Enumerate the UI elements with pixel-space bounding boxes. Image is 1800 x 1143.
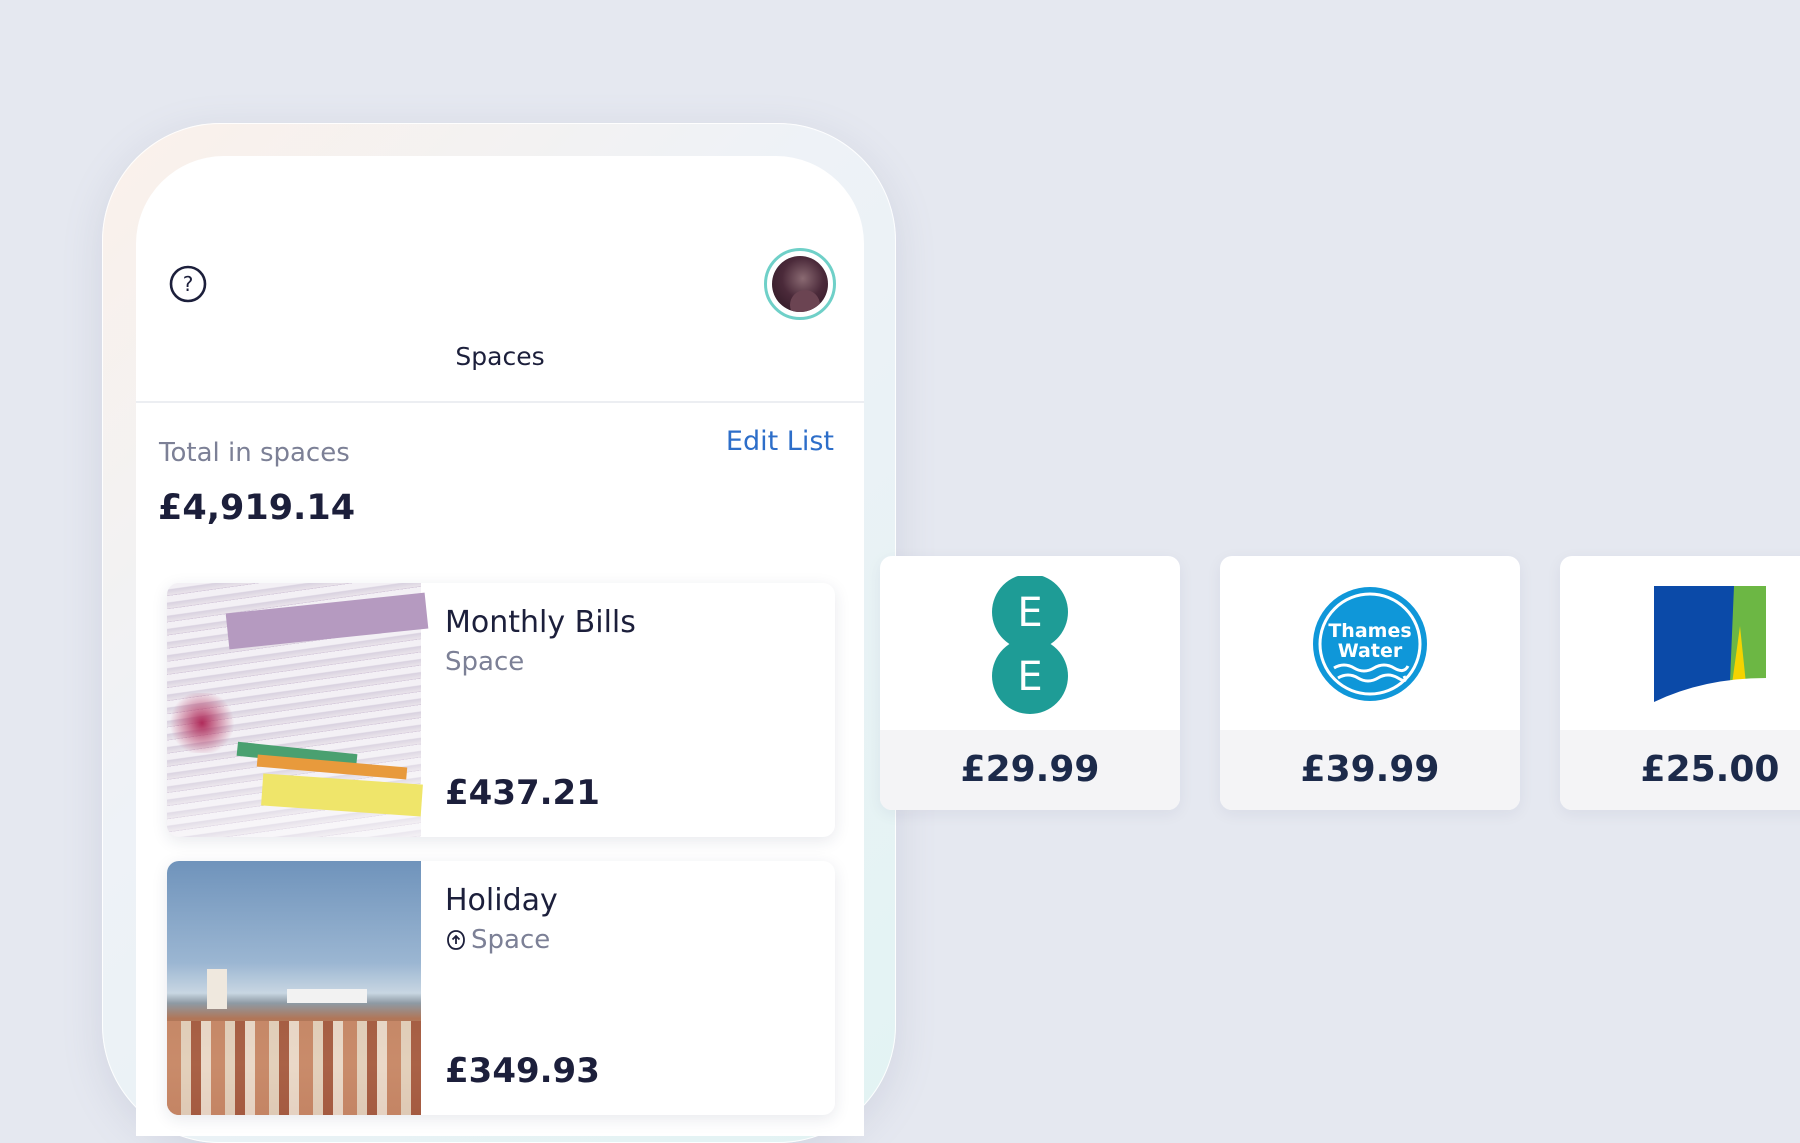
page-title: Spaces (455, 342, 545, 371)
space-title: Monthly Bills (445, 605, 636, 640)
thames-water-logo-text-2: Water (1338, 640, 1403, 662)
user-avatar[interactable] (764, 248, 836, 320)
biller-amount: £39.99 (1220, 730, 1520, 810)
total-in-spaces-value: £4,919.14 (158, 488, 356, 528)
stack-of-bills-photo (167, 583, 429, 837)
biller-card-energy[interactable]: £25.00 (1560, 556, 1800, 810)
energy-company-logo (1654, 586, 1766, 702)
biller-card-thames-water[interactable]: Thames Water £39.99 (1220, 556, 1520, 810)
space-subtitle-row: Space (445, 925, 550, 955)
svg-text:?: ? (183, 272, 194, 296)
thames-water-logo: Thames Water (1313, 587, 1427, 701)
svg-text:E: E (1017, 654, 1042, 700)
space-card-monthly-bills[interactable]: Monthly Bills Space £437.21 (167, 583, 835, 837)
coastal-city-photo (167, 861, 421, 1115)
biller-amount: £29.99 (880, 730, 1180, 810)
thames-water-logo-text-1: Thames (1328, 620, 1411, 642)
avatar-photo (772, 256, 828, 312)
round-up-icon (447, 930, 465, 950)
phone-screen: ? Spaces Total in spaces Edit List £4,91… (136, 156, 864, 1136)
space-amount: £349.93 (445, 1051, 600, 1091)
svg-text:E: E (1017, 590, 1042, 636)
biller-amount: £25.00 (1560, 730, 1800, 810)
total-in-spaces-label: Total in spaces (159, 438, 350, 468)
space-title: Holiday (445, 883, 558, 918)
biller-card-ee[interactable]: E E £29.99 (880, 556, 1180, 810)
edit-list-link[interactable]: Edit List (726, 426, 834, 457)
question-circle-icon[interactable]: ? (168, 264, 208, 304)
ee-logo: E E (992, 576, 1068, 714)
space-subtitle: Space (445, 647, 525, 677)
space-subtitle: Space (471, 925, 551, 955)
header-divider (136, 401, 864, 403)
space-card-holiday[interactable]: Holiday Space £349.93 (167, 861, 835, 1115)
space-amount: £437.21 (445, 773, 600, 813)
